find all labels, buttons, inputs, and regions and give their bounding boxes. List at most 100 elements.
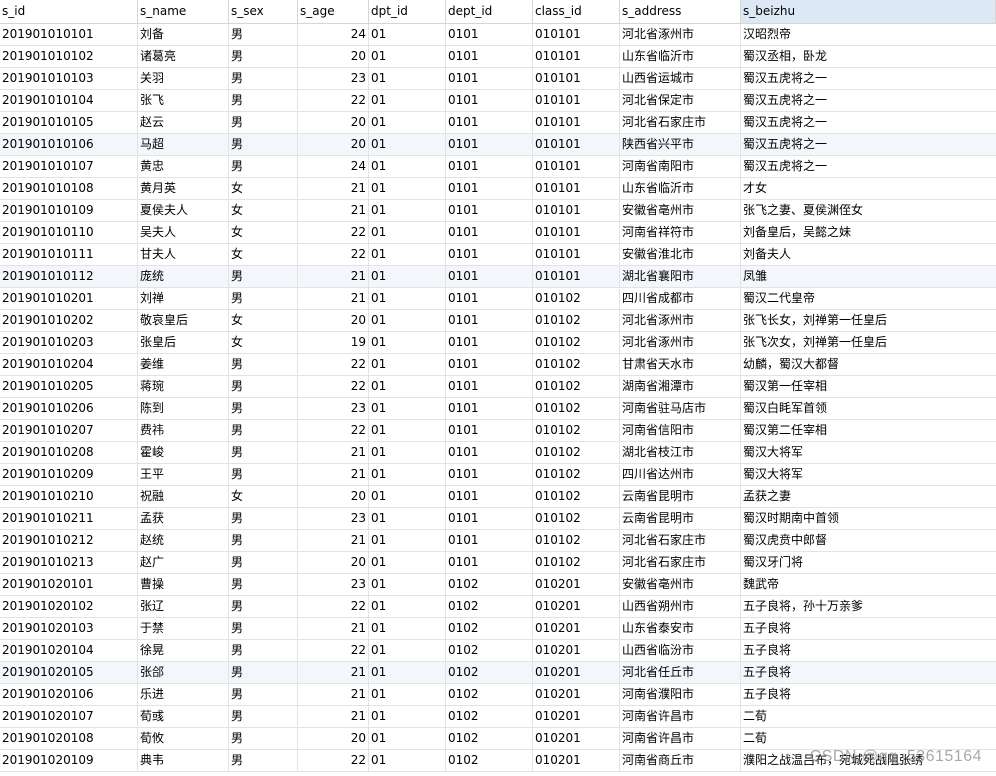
cell-s-age[interactable]: 21 (298, 288, 369, 309)
cell-s-sex[interactable]: 女 (229, 310, 298, 331)
cell-s-age[interactable]: 21 (298, 684, 369, 705)
cell-class-id[interactable]: 010201 (533, 596, 620, 617)
column-header-s-id[interactable]: s_id (0, 0, 138, 23)
cell-s-age[interactable]: 22 (298, 640, 369, 661)
cell-dept-id[interactable]: 0102 (446, 684, 533, 705)
cell-s-address[interactable]: 山东省临沂市 (620, 46, 741, 67)
cell-class-id[interactable]: 010201 (533, 750, 620, 771)
cell-s-name[interactable]: 乐进 (138, 684, 229, 705)
cell-s-age[interactable]: 20 (298, 112, 369, 133)
cell-s-sex[interactable]: 女 (229, 200, 298, 221)
cell-s-beizhu[interactable]: 蜀汉白眊军首领 (741, 398, 996, 419)
cell-dept-id[interactable]: 0101 (446, 134, 533, 155)
cell-s-beizhu[interactable]: 刘备皇后，吴懿之妹 (741, 222, 996, 243)
table-row[interactable]: 201901010209 王平男 21 01 0101 010102 四川省达州市 蜀汉大将军 (0, 464, 996, 486)
cell-s-address[interactable]: 湖北省襄阳市 (620, 266, 741, 287)
cell-s-name[interactable]: 赵云 (138, 112, 229, 133)
cell-dpt-id[interactable]: 01 (369, 662, 446, 683)
table-row[interactable]: 201901010202 敬哀皇后女 20 01 0101 010102 河北省涿州市 张飞长… (0, 310, 996, 332)
cell-dept-id[interactable]: 0101 (446, 266, 533, 287)
table-row[interactable]: 201901010110 吴夫人女 22 01 0101 010101 河南省祥符市 刘备皇后… (0, 222, 996, 244)
cell-s-address[interactable]: 安徽省亳州市 (620, 574, 741, 595)
cell-s-name[interactable]: 赵广 (138, 552, 229, 573)
table-row[interactable]: 201901020107 荀彧男 21 01 0102 010201 河南省许昌市 二荀 (0, 706, 996, 728)
column-header-dpt-id[interactable]: dpt_id (369, 0, 446, 23)
cell-s-age[interactable]: 21 (298, 618, 369, 639)
cell-s-name[interactable]: 曹操 (138, 574, 229, 595)
cell-dept-id[interactable]: 0102 (446, 618, 533, 639)
cell-s-id[interactable]: 201901010206 (0, 398, 138, 419)
cell-dept-id[interactable]: 0101 (446, 200, 533, 221)
cell-s-id[interactable]: 201901010112 (0, 266, 138, 287)
cell-class-id[interactable]: 010201 (533, 728, 620, 749)
column-header-s-sex[interactable]: s_sex (229, 0, 298, 23)
cell-s-sex[interactable]: 男 (229, 530, 298, 551)
cell-dpt-id[interactable]: 01 (369, 24, 446, 45)
cell-s-id[interactable]: 201901020104 (0, 640, 138, 661)
cell-s-id[interactable]: 201901010109 (0, 200, 138, 221)
cell-dept-id[interactable]: 0101 (446, 530, 533, 551)
cell-s-address[interactable]: 湖南省湘潭市 (620, 376, 741, 397)
cell-s-id[interactable]: 201901010202 (0, 310, 138, 331)
cell-s-sex[interactable]: 男 (229, 156, 298, 177)
table-row[interactable]: 201901020104 徐晃男 22 01 0102 010201 山西省临汾市 五子良将 (0, 640, 996, 662)
cell-s-id[interactable]: 201901010105 (0, 112, 138, 133)
table-row[interactable]: 201901010104 张飞男 22 01 0101 010101 河北省保定市 蜀汉五虎将… (0, 90, 996, 112)
cell-s-address[interactable]: 四川省达州市 (620, 464, 741, 485)
table-row[interactable]: 201901010105 赵云男 20 01 0101 010101 河北省石家庄市 蜀汉五虎… (0, 112, 996, 134)
cell-s-address[interactable]: 山西省运城市 (620, 68, 741, 89)
cell-s-sex[interactable]: 女 (229, 332, 298, 353)
cell-s-age[interactable]: 24 (298, 24, 369, 45)
cell-dpt-id[interactable]: 01 (369, 420, 446, 441)
cell-s-id[interactable]: 201901010104 (0, 90, 138, 111)
cell-s-age[interactable]: 23 (298, 508, 369, 529)
cell-s-id[interactable]: 201901010111 (0, 244, 138, 265)
cell-s-sex[interactable]: 男 (229, 376, 298, 397)
table-row[interactable]: 201901010204 姜维男 22 01 0101 010102 甘肃省天水市 幼麟，蜀汉… (0, 354, 996, 376)
cell-s-address[interactable]: 安徽省淮北市 (620, 244, 741, 265)
cell-class-id[interactable]: 010101 (533, 266, 620, 287)
cell-class-id[interactable]: 010101 (533, 68, 620, 89)
cell-s-age[interactable]: 22 (298, 376, 369, 397)
cell-s-address[interactable]: 河南省信阳市 (620, 420, 741, 441)
cell-s-name[interactable]: 蒋琬 (138, 376, 229, 397)
cell-s-address[interactable]: 河北省石家庄市 (620, 112, 741, 133)
cell-s-sex[interactable]: 男 (229, 68, 298, 89)
cell-s-address[interactable]: 河南省许昌市 (620, 728, 741, 749)
cell-s-beizhu[interactable]: 孟获之妻 (741, 486, 996, 507)
cell-dpt-id[interactable]: 01 (369, 354, 446, 375)
cell-s-beizhu[interactable]: 张飞次女，刘禅第一任皇后 (741, 332, 996, 353)
cell-s-beizhu[interactable]: 汉昭烈帝 (741, 24, 996, 45)
cell-s-name[interactable]: 黄忠 (138, 156, 229, 177)
cell-s-address[interactable]: 云南省昆明市 (620, 486, 741, 507)
cell-s-name[interactable]: 诸葛亮 (138, 46, 229, 67)
table-row[interactable]: 201901010210 祝融女 20 01 0101 010102 云南省昆明市 孟获之妻 (0, 486, 996, 508)
cell-s-age[interactable]: 20 (298, 134, 369, 155)
cell-dpt-id[interactable]: 01 (369, 706, 446, 727)
cell-s-sex[interactable]: 男 (229, 552, 298, 573)
cell-s-beizhu[interactable]: 二荀 (741, 706, 996, 727)
cell-s-sex[interactable]: 男 (229, 90, 298, 111)
cell-s-sex[interactable]: 男 (229, 640, 298, 661)
cell-dept-id[interactable]: 0101 (446, 420, 533, 441)
cell-dpt-id[interactable]: 01 (369, 134, 446, 155)
cell-dept-id[interactable]: 0101 (446, 398, 533, 419)
cell-s-sex[interactable]: 男 (229, 266, 298, 287)
cell-s-sex[interactable]: 女 (229, 222, 298, 243)
cell-s-sex[interactable]: 女 (229, 178, 298, 199)
table-row[interactable]: 201901010112 庞统男 21 01 0101 010101 湖北省襄阳市 凤雏 (0, 266, 996, 288)
cell-s-beizhu[interactable]: 张飞长女，刘禅第一任皇后 (741, 310, 996, 331)
cell-class-id[interactable]: 010101 (533, 156, 620, 177)
cell-dept-id[interactable]: 0101 (446, 442, 533, 463)
cell-s-name[interactable]: 张辽 (138, 596, 229, 617)
table-row[interactable]: 201901010102 诸葛亮男 20 01 0101 010101 山东省临沂市 蜀汉丞相… (0, 46, 996, 68)
cell-s-sex[interactable]: 男 (229, 398, 298, 419)
cell-s-sex[interactable]: 男 (229, 750, 298, 771)
cell-dpt-id[interactable]: 01 (369, 398, 446, 419)
cell-s-name[interactable]: 典韦 (138, 750, 229, 771)
cell-s-name[interactable]: 孟获 (138, 508, 229, 529)
cell-s-beizhu[interactable]: 五子良将，孙十万亲爹 (741, 596, 996, 617)
cell-s-beizhu[interactable]: 蜀汉五虎将之一 (741, 68, 996, 89)
cell-s-name[interactable]: 张飞 (138, 90, 229, 111)
column-header-dept-id[interactable]: dept_id (446, 0, 533, 23)
